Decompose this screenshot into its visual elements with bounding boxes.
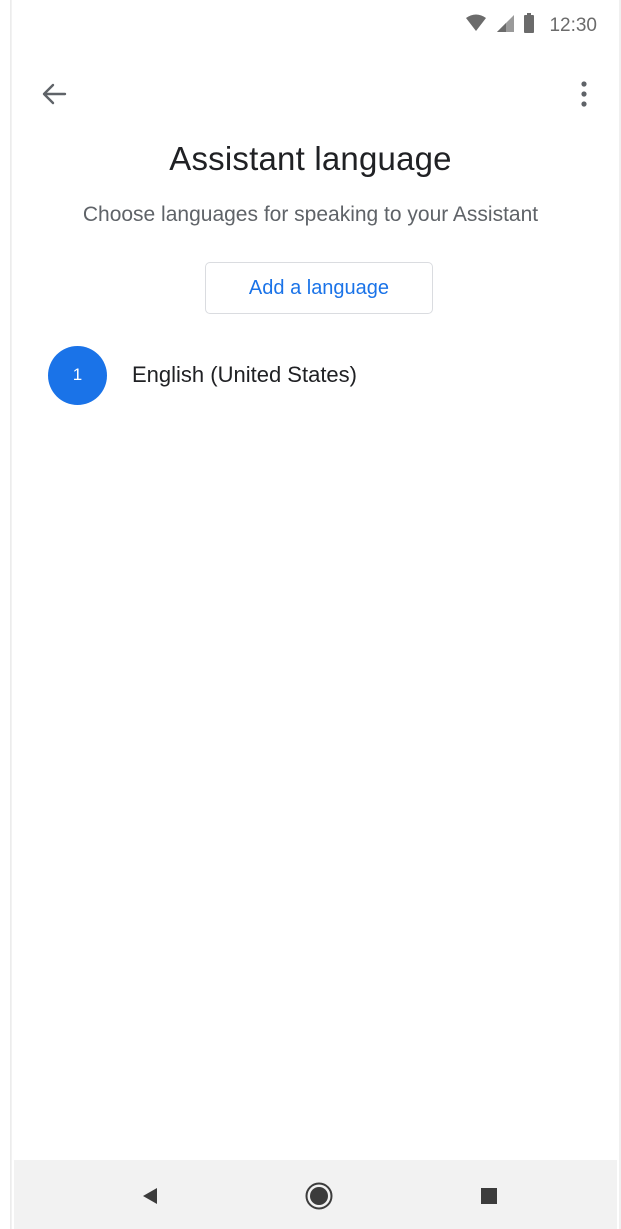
page-subtitle: Choose languages for speaking to your As… — [82, 203, 539, 226]
language-name: English (United States) — [132, 362, 357, 387]
app-screen: 12:30 Assistant language Choose language… — [0, 0, 621, 1229]
status-icons: 12:30 — [465, 12, 597, 39]
page-title: Assistant language — [169, 140, 452, 177]
more-vert-icon[interactable] — [566, 76, 602, 112]
battery-icon — [523, 12, 535, 39]
language-list-item[interactable]: 1 English (United States) — [48, 345, 357, 405]
back-triangle-icon[interactable] — [132, 1178, 168, 1214]
wifi-icon — [465, 13, 487, 38]
home-circle-icon[interactable] — [301, 1178, 337, 1214]
status-time: 12:30 — [549, 14, 597, 36]
signal-icon — [495, 13, 515, 38]
arrow-back-icon[interactable] — [36, 76, 72, 112]
recents-square-icon[interactable] — [471, 1178, 507, 1214]
language-rank-badge: 1 — [48, 345, 107, 405]
status-bar: 12:30 — [14, 0, 617, 50]
add-language-button[interactable]: Add a language — [205, 262, 433, 314]
system-nav-bar — [14, 1160, 617, 1229]
screen-edge-left — [10, 0, 12, 1229]
